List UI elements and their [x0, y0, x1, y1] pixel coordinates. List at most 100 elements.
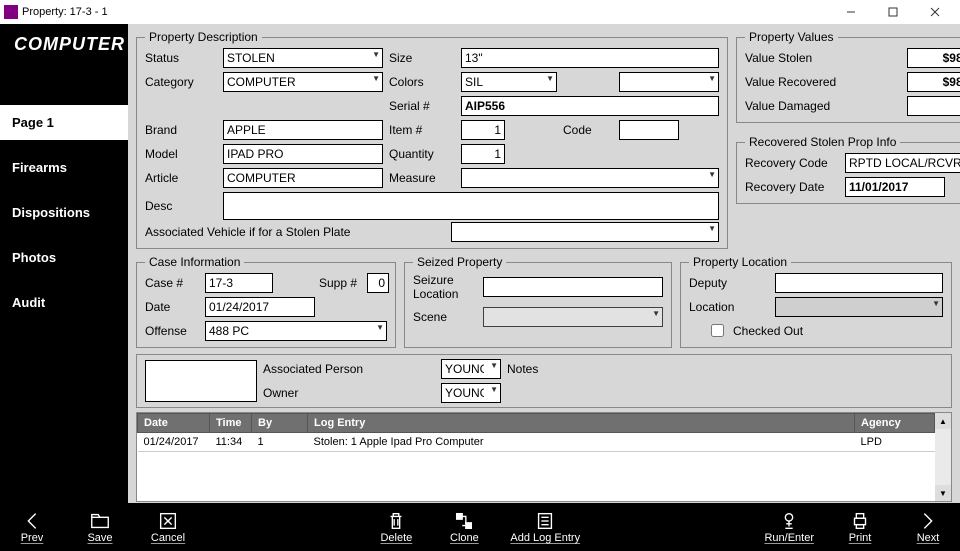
seizure-loc-input[interactable]	[483, 277, 663, 297]
status-label: Status	[145, 51, 217, 65]
window-close-button[interactable]	[914, 0, 956, 24]
desc-input[interactable]	[223, 192, 719, 220]
recovery-code-select[interactable]: RPTD LOCAL/RCVRD LOC	[845, 153, 960, 173]
seized-legend: Seized Property	[413, 255, 506, 269]
category-select[interactable]: COMPUTER	[223, 72, 383, 92]
case-num-input[interactable]	[205, 273, 273, 293]
location-select[interactable]	[775, 297, 943, 317]
log-scrollbar[interactable]: ▲ ▼	[935, 413, 951, 501]
supp-input[interactable]	[367, 273, 389, 293]
item-input[interactable]	[461, 120, 505, 140]
category-label: Category	[145, 75, 217, 89]
window-minimize-button[interactable]	[830, 0, 872, 24]
model-label: Model	[145, 147, 217, 161]
owner-label: Owner	[263, 386, 435, 400]
window-maximize-button[interactable]	[872, 0, 914, 24]
recovered-info-legend: Recovered Stolen Prop Info	[745, 135, 900, 149]
status-select[interactable]: STOLEN	[223, 48, 383, 68]
notes-input[interactable]	[145, 360, 257, 402]
model-input[interactable]	[223, 144, 383, 164]
quantity-input[interactable]	[461, 144, 505, 164]
log-col-entry[interactable]: Log Entry	[308, 414, 855, 433]
location-legend: Property Location	[689, 255, 791, 269]
serial-input[interactable]	[461, 96, 719, 116]
measure-select[interactable]	[461, 168, 719, 188]
case-num-label: Case #	[145, 276, 201, 290]
print-icon	[849, 510, 871, 532]
colors-label: Colors	[389, 75, 455, 89]
recovered-info-panel: Recovered Stolen Prop Info Recovery Code…	[736, 135, 960, 204]
assoc-person-select[interactable]: YOUNG, DENISE	[441, 359, 501, 379]
delete-button[interactable]: Delete	[374, 510, 418, 544]
article-input[interactable]	[223, 168, 383, 188]
window-title: Property: 17-3 - 1	[22, 6, 108, 18]
quantity-label: Quantity	[389, 147, 455, 161]
value-stolen-label: Value Stolen	[745, 51, 907, 65]
log-row[interactable]: 01/24/2017 11:34 1 Stolen: 1 Apple Ipad …	[138, 433, 935, 452]
desc-label: Desc	[145, 199, 217, 213]
run-button[interactable]: Run/Enter	[764, 510, 814, 544]
owner-select[interactable]: YOUNG, DENISE	[441, 383, 501, 403]
print-button[interactable]: Print	[838, 510, 882, 544]
seized-property-panel: Seized Property Seizure Location Scene	[404, 255, 672, 348]
clone-icon	[453, 510, 475, 532]
checked-out-checkbox[interactable]	[711, 324, 724, 337]
size-label: Size	[389, 51, 455, 65]
scene-select[interactable]	[483, 307, 663, 327]
brand-label: Brand	[145, 123, 217, 137]
recovery-date-input[interactable]	[845, 177, 945, 197]
cancel-button[interactable]: Cancel	[146, 510, 190, 544]
size-input[interactable]	[461, 48, 719, 68]
content-area: Property Description Status STOLEN Size …	[128, 24, 960, 503]
assoc-vehicle-label: Associated Vehicle if for a Stolen Plate	[145, 225, 445, 239]
log-col-time[interactable]: Time	[210, 414, 252, 433]
sidebar: COMPUTER Page 1 Firearms Dispositions Ph…	[0, 24, 128, 503]
log-grid: Date Time By Log Entry Agency 01/24/2017…	[136, 412, 952, 502]
article-label: Article	[145, 171, 217, 185]
code-input[interactable]	[619, 120, 679, 140]
property-values-panel: Property Values Value Stolen Value Recov…	[736, 30, 960, 123]
sidebar-item-audit[interactable]: Audit	[0, 285, 128, 320]
run-icon	[778, 510, 800, 532]
offense-select[interactable]: 488 PC	[205, 321, 387, 341]
associated-person-panel: Associated Person YOUNG, DENISE Notes Ow…	[136, 354, 952, 408]
colors-select-2[interactable]	[619, 72, 719, 92]
scroll-up-icon[interactable]: ▲	[935, 413, 951, 429]
prev-button[interactable]: Prev	[10, 510, 54, 544]
assoc-person-label: Associated Person	[263, 362, 435, 376]
assoc-vehicle-select[interactable]	[451, 222, 719, 242]
add-log-button[interactable]: Add Log Entry	[510, 510, 580, 544]
sidebar-item-photos[interactable]: Photos	[0, 240, 128, 275]
bottom-toolbar: Prev Save Cancel Delete Clone Add Log En…	[0, 503, 960, 551]
seizure-loc-label: Seizure Location	[413, 273, 483, 301]
colors-select-1[interactable]: SIL	[461, 72, 557, 92]
log-col-date[interactable]: Date	[138, 414, 210, 433]
value-stolen-input[interactable]	[907, 48, 960, 68]
deputy-input[interactable]	[775, 273, 943, 293]
recovery-date-label: Recovery Date	[745, 180, 845, 194]
app-icon	[4, 5, 18, 19]
clone-button[interactable]: Clone	[442, 510, 486, 544]
log-col-by[interactable]: By	[252, 414, 308, 433]
save-button[interactable]: Save	[78, 510, 122, 544]
measure-label: Measure	[389, 171, 455, 185]
property-values-legend: Property Values	[745, 30, 838, 44]
sidebar-item-dispositions[interactable]: Dispositions	[0, 195, 128, 230]
value-damaged-input[interactable]	[907, 96, 960, 116]
recovery-code-label: Recovery Code	[745, 156, 845, 170]
case-info-legend: Case Information	[145, 255, 244, 269]
brand-input[interactable]	[223, 120, 383, 140]
value-recovered-input[interactable]	[907, 72, 960, 92]
scroll-down-icon[interactable]: ▼	[935, 485, 951, 501]
log-col-agency[interactable]: Agency	[855, 414, 935, 433]
case-info-panel: Case Information Case # Supp # Date Offe…	[136, 255, 396, 348]
trash-icon	[385, 510, 407, 532]
cancel-icon	[157, 510, 179, 532]
notes-label: Notes	[507, 362, 943, 376]
sidebar-item-firearms[interactable]: Firearms	[0, 150, 128, 185]
case-date-input[interactable]	[205, 297, 315, 317]
sidebar-item-page1[interactable]: Page 1	[0, 105, 128, 140]
next-button[interactable]: Next	[906, 510, 950, 544]
location-label: Location	[689, 300, 775, 314]
window-titlebar: Property: 17-3 - 1	[0, 0, 960, 24]
